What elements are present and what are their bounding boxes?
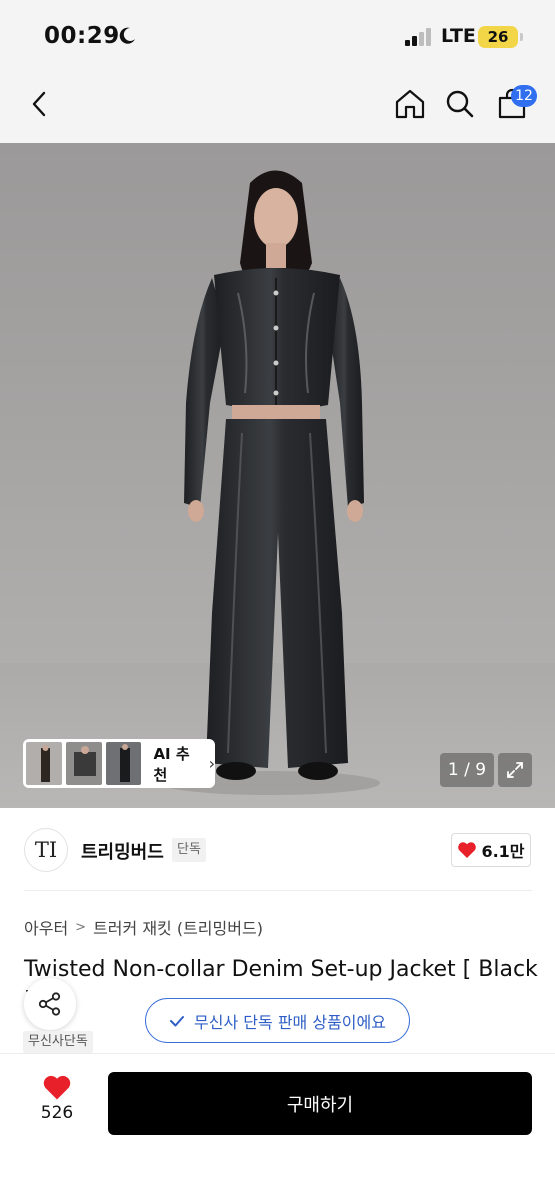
expand-icon — [507, 762, 523, 778]
share-icon — [38, 992, 61, 1016]
chevron-right-icon: > — [75, 919, 87, 935]
network-label: LTE — [441, 25, 476, 47]
heart-icon — [458, 842, 477, 858]
image-page-counter: 1 / 9 — [440, 753, 494, 787]
buy-button-label: 구매하기 — [286, 1094, 354, 1116]
breadcrumb-item-category[interactable]: 아우터 — [24, 915, 68, 939]
musinsa-exclusive-tag: 무신사단독 — [23, 1031, 93, 1053]
search-button[interactable] — [438, 82, 482, 126]
search-icon — [446, 90, 474, 118]
expand-button[interactable] — [498, 753, 532, 787]
signal-icon — [405, 28, 431, 46]
back-button[interactable] — [18, 82, 62, 126]
back-icon — [32, 91, 46, 117]
home-button[interactable] — [388, 82, 432, 126]
breadcrumb: 아우터 > 트러커 재킷 (트리밍버드) — [24, 915, 263, 939]
buy-button[interactable]: 구매하기 — [108, 1072, 532, 1135]
home-icon — [395, 89, 425, 119]
ai-recommendation-chip[interactable]: AI 추천 › — [23, 739, 215, 788]
thumbnail-3[interactable] — [105, 742, 142, 785]
status-time: 00:29 — [44, 23, 120, 49]
nav-bar — [0, 70, 555, 143]
wishlist-count: 526 — [40, 1103, 74, 1123]
bottom-purchase-bar: 526 구매하기 — [0, 1053, 555, 1200]
exclusive-sale-text: 무신사 단독 판매 상품이에요 — [194, 1012, 386, 1032]
cart-count-badge: 12 — [511, 85, 537, 107]
product-photo — [0, 170, 555, 808]
check-icon — [170, 1015, 185, 1026]
chevron-right-icon: › — [208, 754, 215, 773]
moon-icon — [119, 27, 135, 44]
wishlist-button[interactable]: 526 — [30, 1074, 84, 1134]
brand-logo-text: TI — [34, 838, 58, 862]
exclusive-sale-banner: 무신사 단독 판매 상품이에요 — [145, 998, 410, 1043]
status-bar: 00:29 LTE 26 — [0, 0, 555, 70]
brand-logo[interactable]: TI — [24, 828, 68, 872]
brand-name[interactable]: 트리밍버드 — [81, 838, 164, 864]
ai-recommendation-label: AI 추천 — [153, 744, 190, 784]
thumbnail-2[interactable] — [65, 742, 102, 785]
battery-indicator: 26 — [478, 26, 523, 48]
brand-like-button[interactable]: 6.1만 — [451, 833, 531, 867]
product-image-gallery[interactable]: AI 추천 › 1 / 9 — [0, 143, 555, 808]
divider — [24, 890, 532, 891]
brand-like-count: 6.1만 — [481, 842, 525, 861]
heart-icon — [43, 1075, 71, 1100]
share-button[interactable] — [24, 978, 76, 1030]
exclusive-tag: 단독 — [172, 838, 206, 862]
breadcrumb-item-subcategory[interactable]: 트러커 재킷 (트리밍버드) — [93, 915, 263, 939]
thumbnail-1[interactable] — [26, 742, 62, 785]
